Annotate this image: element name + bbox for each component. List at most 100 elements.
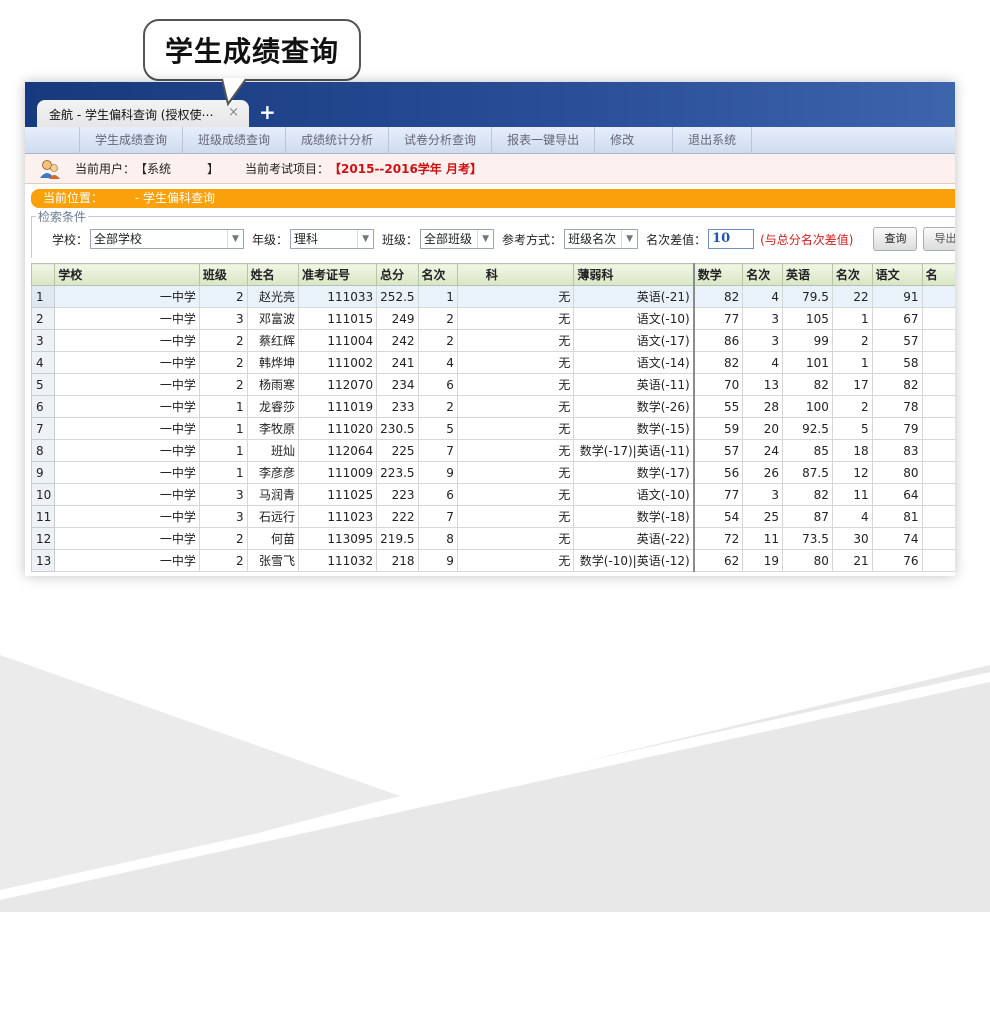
table-row[interactable]: 3 一中学 2 蔡红辉 111004 242 2 无语文(-17) 86 3 99 2 57 [30, 329, 955, 352]
cell-english-rank: 17 [831, 373, 873, 396]
cell-total: 219.5 [376, 527, 419, 550]
cell-english: 87 [782, 505, 833, 528]
export-button[interactable]: 导出 [923, 227, 955, 251]
cell-math-rank: 4 [742, 285, 784, 308]
table-row[interactable]: 6 一中学 1 龙睿莎 111019 233 2 无数学(-26) 55 28 100 2 78 [30, 395, 955, 418]
cell-weak-subject: 语文(-14) [573, 351, 695, 374]
cell-english-rank: 4 [831, 505, 873, 528]
cell-math: 56 [693, 461, 744, 484]
table-row[interactable]: 1 一中学 2 赵光亮 111033 252.5 1 无英语(-21) 82 4 79.5 22 91 [30, 285, 955, 308]
cell-class: 2 [198, 549, 248, 572]
diff-label: 名次差值： [646, 232, 707, 247]
breadcrumb-label: 当前位置： [43, 191, 104, 205]
col-header-rank[interactable]: 名次 [417, 263, 458, 286]
table-row[interactable]: 12 一中学 2 何苗 113095 219.5 8 无英语(-22) 72 11 73.5 30 74 [30, 527, 955, 550]
search-legend: 检索条件 [36, 208, 89, 225]
col-header-class[interactable]: 班级 [198, 263, 248, 286]
cell-chinese: 67 [871, 307, 923, 330]
col-header-exam-id[interactable]: 准考证号 [298, 263, 378, 286]
cell-class: 2 [198, 329, 248, 352]
col-header-chinese-rank[interactable]: 名 [921, 263, 955, 286]
table-row[interactable]: 10 一中学 3 马润青 111025 223 6 无语文(-10) 77 3 82 11 64 [30, 483, 955, 506]
query-button[interactable]: 查询 [873, 227, 918, 251]
menu-class-scores[interactable]: 班级成绩查询 [182, 127, 285, 154]
col-header-total[interactable]: 总分 [376, 263, 419, 286]
chevron-down-icon[interactable]: ▼ [477, 230, 493, 248]
cell-name: 何苗 [246, 527, 300, 550]
new-tab-icon[interactable]: + [259, 100, 276, 124]
cell-rank: 9 [417, 549, 458, 572]
col-header-math[interactable]: 数学 [693, 263, 744, 286]
cell-rank: 5 [417, 417, 458, 440]
menu-logout[interactable]: 退出系统 [672, 127, 753, 154]
cell-weak-subject: 英语(-21) [573, 285, 695, 308]
current-user-value: 【系统 】 [135, 162, 220, 176]
cell-row-number: 1 [30, 285, 56, 308]
table-row[interactable]: 9 一中学 1 李彦彦 111009 223.5 9 无数学(-17) 56 26 87.5 12 80 [30, 461, 955, 484]
menu-student-scores[interactable]: 学生成绩查询 [79, 127, 182, 154]
col-header-name[interactable]: 姓名 [246, 263, 300, 286]
col-header-school[interactable]: 学校 [54, 263, 200, 286]
user-icon [40, 159, 60, 179]
chevron-down-icon[interactable]: ▼ [357, 230, 373, 248]
table-row[interactable]: 7 一中学 1 李牧原 111020 230.5 5 无数学(-15) 59 20 92.5 5 79 [30, 417, 955, 440]
cell-math: 72 [693, 527, 744, 550]
cell-rank: 6 [417, 373, 458, 396]
cell-english: 80 [782, 549, 833, 572]
cell-name: 张雪飞 [246, 549, 300, 572]
cell-rank: 2 [417, 307, 458, 330]
col-header-subject[interactable]: 科 [456, 263, 575, 286]
cell-rank: 1 [417, 285, 458, 308]
col-header-english[interactable]: 英语 [782, 263, 833, 286]
cell-school: 一中学 [54, 483, 200, 506]
cell-exam-id: 111019 [298, 395, 378, 418]
menu-modify[interactable]: 修改 [594, 127, 672, 154]
col-header-row-number[interactable] [30, 263, 56, 286]
chevron-down-icon[interactable]: ▼ [621, 230, 637, 248]
cell-chinese: 76 [871, 549, 923, 572]
cell-total: 241 [376, 351, 419, 374]
browser-tab[interactable]: 金航 - 学生偏科查询 (授权使⋯ × [37, 100, 249, 127]
menu-report-export[interactable]: 报表一键导出 [491, 127, 594, 154]
table-row[interactable]: 8 一中学 1 班灿 112064 225 7 无数学(-17)|英语(-11) 57 24 85 1… [30, 439, 955, 462]
table-row[interactable]: 4 一中学 2 韩烨坤 111002 241 4 无语文(-14) 82 4 101 1 58 [30, 351, 955, 374]
menu-statistics[interactable]: 成绩统计分析 [285, 127, 388, 154]
cell-total: 223.5 [376, 461, 419, 484]
mode-select[interactable]: 班级名次 ▼ [564, 229, 639, 249]
cell-exam-id: 111009 [298, 461, 378, 484]
col-header-math-rank[interactable]: 名次 [742, 263, 784, 286]
cell-total: 242 [376, 329, 419, 352]
col-header-english-rank[interactable]: 名次 [831, 263, 873, 286]
cell-chinese-rank [921, 373, 955, 396]
cell-exam-id: 111002 [298, 351, 378, 374]
table-row[interactable]: 2 一中学 3 邓富波 111015 249 2 无语文(-10) 77 3 105 1 67 [30, 307, 955, 330]
cell-math: 55 [693, 395, 744, 418]
cell-total: 225 [376, 439, 419, 462]
cell-math-rank: 26 [742, 461, 784, 484]
cell-class: 2 [198, 351, 248, 374]
menu-paper-analysis[interactable]: 试卷分析查询 [388, 127, 491, 154]
cell-english: 101 [782, 351, 833, 374]
cell-chinese: 78 [871, 395, 923, 418]
cell-math: 54 [693, 505, 744, 528]
col-header-weak-subject[interactable]: 薄弱科 [573, 263, 695, 286]
cell-name: 邓富波 [246, 307, 300, 330]
cell-chinese-rank [921, 439, 955, 462]
table-row[interactable]: 5 一中学 2 杨雨寒 112070 234 6 无英语(-11) 70 13 82 17 82 [30, 373, 955, 396]
cell-school: 一中学 [54, 373, 200, 396]
cell-subject: 无 [456, 329, 575, 352]
chevron-down-icon[interactable]: ▼ [227, 230, 243, 248]
cell-school: 一中学 [54, 307, 200, 330]
col-header-chinese[interactable]: 语文 [871, 263, 923, 286]
school-label: 学校： [52, 232, 89, 247]
grade-select[interactable]: 理科 ▼ [290, 229, 375, 249]
rank-diff-input[interactable]: 10 [708, 229, 755, 249]
school-select[interactable]: 全部学校 ▼ [90, 229, 245, 249]
cell-chinese: 58 [871, 351, 923, 374]
class-select[interactable]: 全部班级 ▼ [420, 229, 495, 249]
table-row[interactable]: 13 一中学 2 张雪飞 111032 218 9 无数学(-10)|英语(-12) 62 19 8… [30, 549, 955, 572]
cell-weak-subject: 语文(-10) [573, 307, 695, 330]
cell-row-number: 7 [30, 417, 56, 440]
tab-title: 金航 - 学生偏科查询 (授权使⋯ [49, 108, 214, 122]
table-row[interactable]: 11 一中学 3 石远行 111023 222 7 无数学(-18) 54 25 87 4 81 [30, 505, 955, 528]
